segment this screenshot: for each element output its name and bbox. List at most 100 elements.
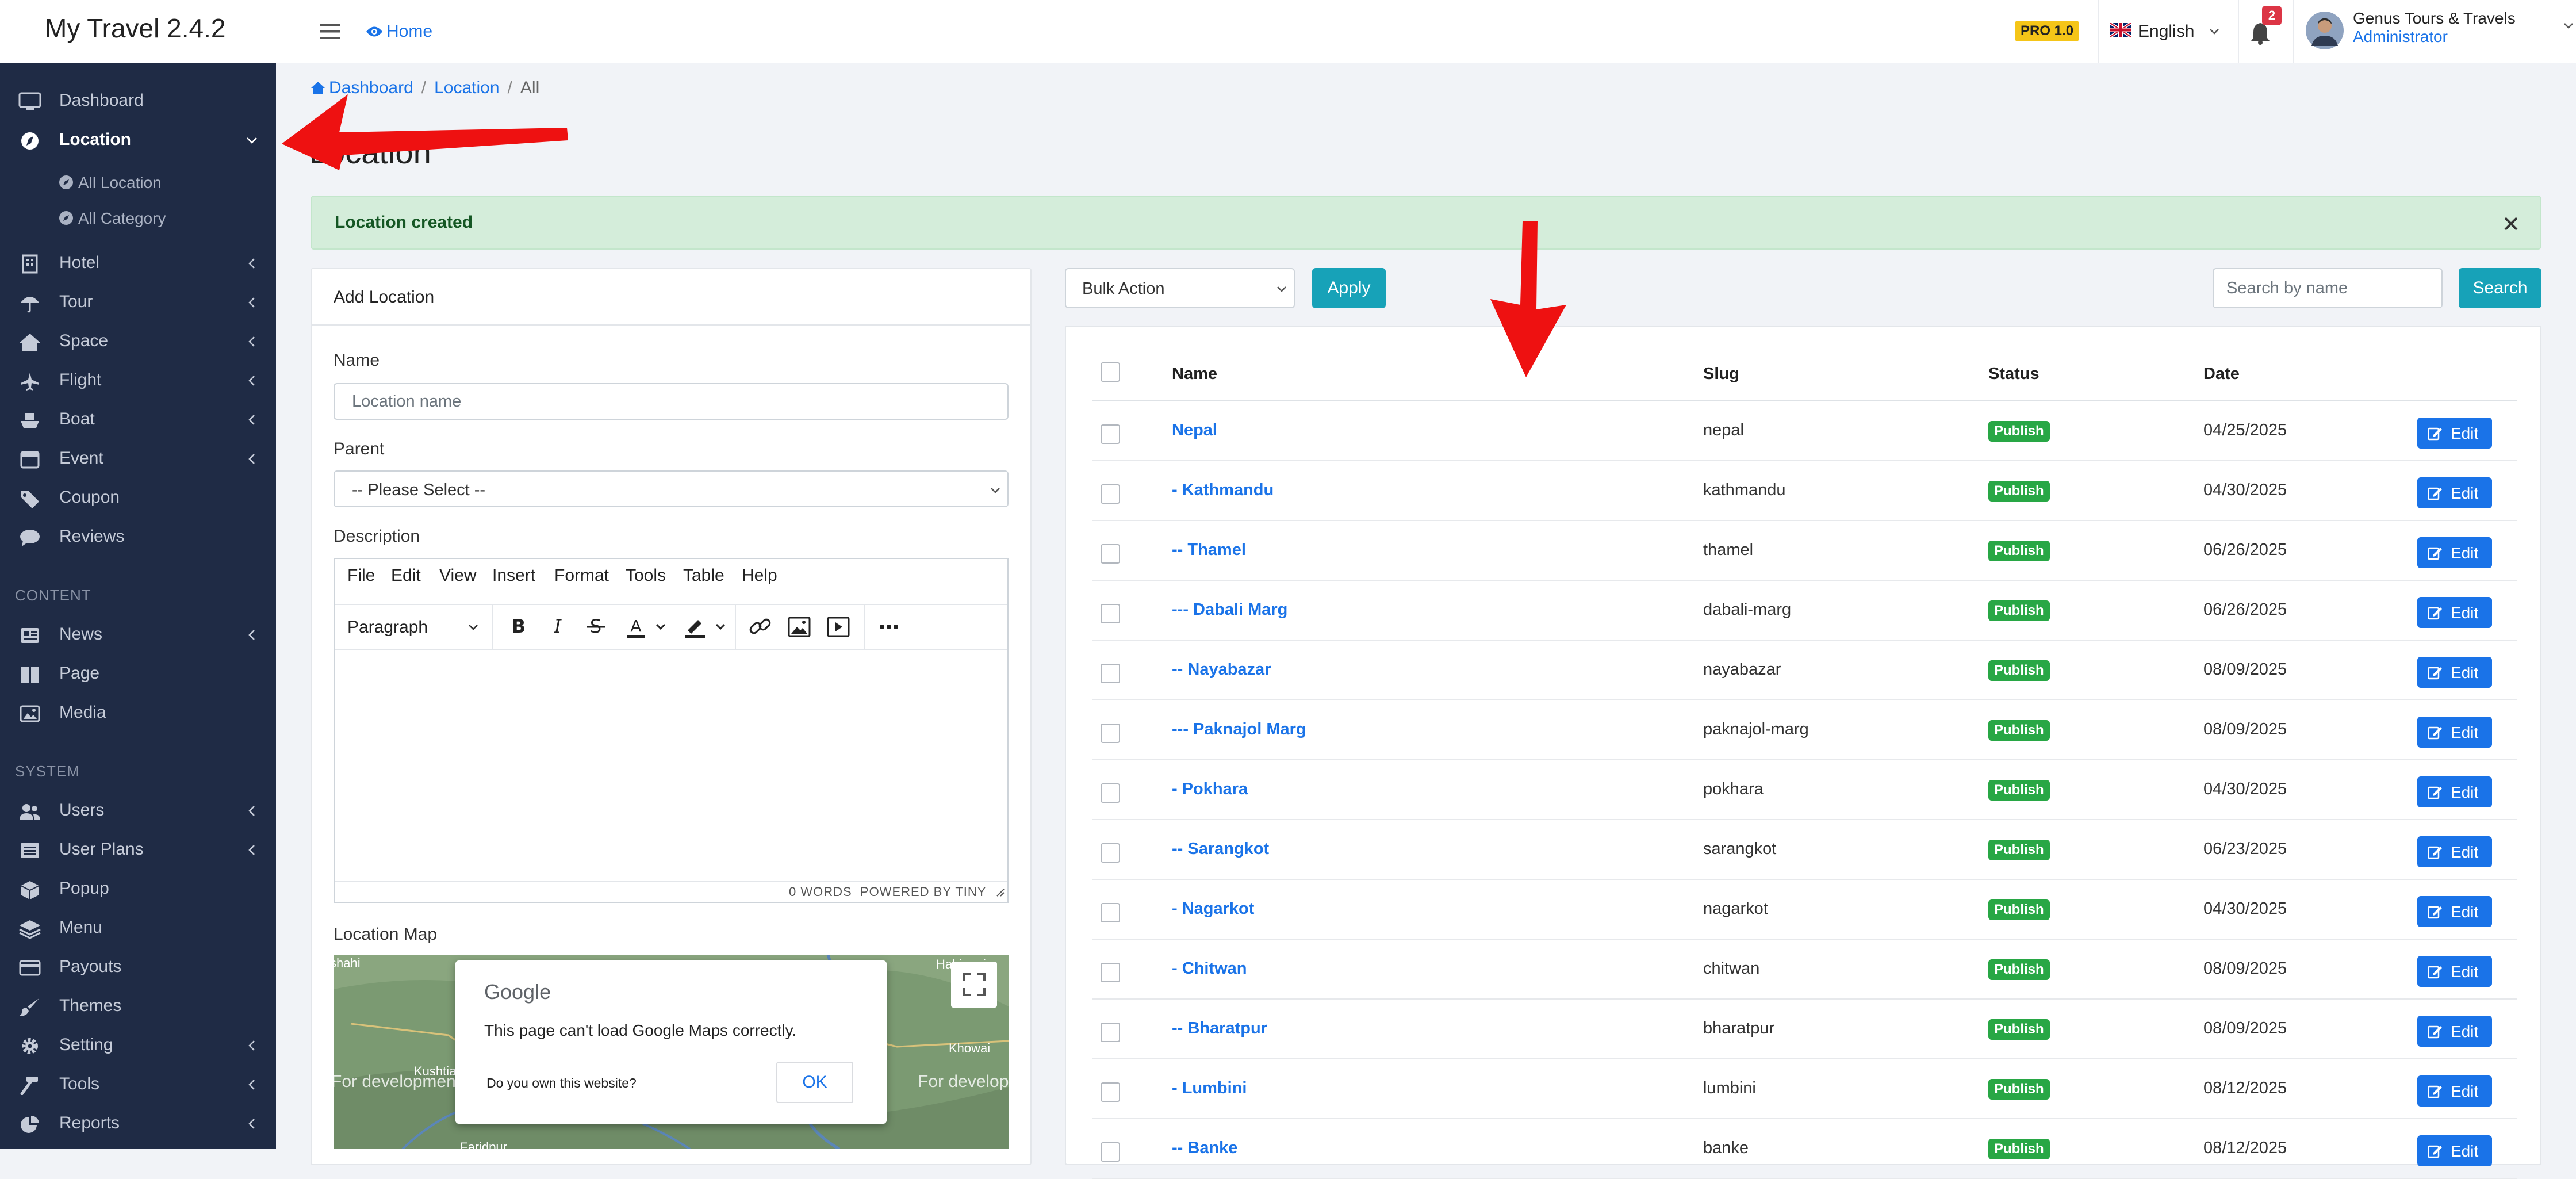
row-checkbox[interactable] xyxy=(1101,843,1120,863)
editor-menu-table[interactable]: Table xyxy=(683,566,724,585)
row-checkbox[interactable] xyxy=(1101,724,1120,743)
editor-menu-view[interactable]: View xyxy=(439,566,476,585)
editor-menu-insert[interactable]: Insert xyxy=(492,566,535,585)
row-checkbox[interactable] xyxy=(1101,903,1120,922)
strikethrough-icon[interactable]: S xyxy=(578,610,613,644)
sidebar-item-setting[interactable]: Setting xyxy=(0,1026,276,1065)
location-name-link[interactable]: -- Nayabazar xyxy=(1172,660,1271,679)
sidebar-item-payouts[interactable]: Payouts xyxy=(0,948,276,987)
sidebar-item-user-plans[interactable]: User Plans xyxy=(0,830,276,870)
italic-icon[interactable]: I xyxy=(540,610,575,644)
column-header-slug[interactable]: Slug xyxy=(1703,365,1739,384)
close-icon[interactable] xyxy=(2504,216,2518,231)
sidebar-item-hotel[interactable]: Hotel xyxy=(0,244,276,283)
sidebar-item-page[interactable]: Page xyxy=(0,654,276,694)
row-checkbox[interactable] xyxy=(1101,963,1120,982)
sidebar-item-dashboard[interactable]: Dashboard xyxy=(0,82,276,121)
sidebar-item-event[interactable]: Event xyxy=(0,439,276,479)
link-icon[interactable] xyxy=(743,610,777,644)
editor-content-area[interactable] xyxy=(335,650,1007,880)
row-checkbox[interactable] xyxy=(1101,484,1120,504)
more-options-icon[interactable] xyxy=(872,610,906,644)
app-title[interactable]: My Travel 2.4.2 xyxy=(45,13,225,44)
editor-menu-edit[interactable]: Edit xyxy=(391,566,421,585)
location-name-input[interactable] xyxy=(334,383,1009,420)
editor-menu-help[interactable]: Help xyxy=(742,566,777,585)
map-fullscreen-button[interactable] xyxy=(951,962,997,1008)
bold-icon[interactable]: B xyxy=(501,610,536,644)
parent-select[interactable]: -- Please Select -- xyxy=(334,470,1009,507)
location-name-link[interactable]: - Pokhara xyxy=(1172,780,1248,799)
block-format-select[interactable]: Paragraph xyxy=(342,612,491,643)
sidebar-item-location[interactable]: Location xyxy=(0,121,276,160)
notifications-button[interactable]: 2 xyxy=(2245,0,2291,63)
edit-button[interactable]: Edit xyxy=(2417,717,2492,748)
text-color-icon[interactable]: A xyxy=(615,610,673,644)
insert-media-icon[interactable] xyxy=(821,610,856,644)
maps-error-ok-button[interactable]: OK xyxy=(776,1062,853,1103)
user-menu[interactable]: Genus Tours & Travels Administrator xyxy=(2306,0,2576,63)
location-name-link[interactable]: -- Banke xyxy=(1172,1139,1237,1158)
edit-button[interactable]: Edit xyxy=(2417,1016,2492,1047)
sidebar-item-tour[interactable]: Tour xyxy=(0,283,276,322)
edit-button[interactable]: Edit xyxy=(2417,896,2492,927)
sidebar-item-users[interactable]: Users xyxy=(0,791,276,830)
sidebar-item-space[interactable]: Space xyxy=(0,322,276,361)
edit-button[interactable]: Edit xyxy=(2417,597,2492,628)
column-header-status[interactable]: Status xyxy=(1988,365,2040,384)
column-header-name[interactable]: Name xyxy=(1172,365,1217,384)
sidebar-item-reviews[interactable]: Reviews xyxy=(0,518,276,557)
location-name-link[interactable]: - Lumbini xyxy=(1172,1079,1247,1098)
sidebar-item-news[interactable]: News xyxy=(0,615,276,654)
location-name-link[interactable]: --- Paknajol Marg xyxy=(1172,720,1306,739)
location-name-link[interactable]: -- Thamel xyxy=(1172,541,1246,560)
highlight-color-icon[interactable] xyxy=(675,610,733,644)
edit-button[interactable]: Edit xyxy=(2417,537,2492,568)
sidebar-item-reports[interactable]: Reports xyxy=(0,1104,276,1143)
location-name-link[interactable]: - Kathmandu xyxy=(1172,481,1274,500)
location-name-link[interactable]: -- Sarangkot xyxy=(1172,840,1269,859)
edit-button[interactable]: Edit xyxy=(2417,1135,2492,1166)
sidebar-item-flight[interactable]: Flight xyxy=(0,361,276,400)
column-header-date[interactable]: Date xyxy=(2203,365,2240,384)
sidebar-item-boat[interactable]: Boat xyxy=(0,400,276,439)
edit-button[interactable]: Edit xyxy=(2417,1075,2492,1107)
edit-button[interactable]: Edit xyxy=(2417,418,2492,449)
location-name-link[interactable]: - Chitwan xyxy=(1172,959,1247,978)
row-checkbox[interactable] xyxy=(1101,424,1120,444)
edit-button[interactable]: Edit xyxy=(2417,477,2492,508)
sidebar-item-tools[interactable]: Tools xyxy=(0,1065,276,1104)
edit-button[interactable]: Edit xyxy=(2417,657,2492,688)
hamburger-menu-icon[interactable] xyxy=(320,23,340,40)
insert-image-icon[interactable] xyxy=(782,610,816,644)
location-name-link[interactable]: -- Bharatpur xyxy=(1172,1019,1267,1038)
row-checkbox[interactable] xyxy=(1101,783,1120,803)
bulk-action-select[interactable]: Bulk Action xyxy=(1065,268,1295,308)
sidebar-item-popup[interactable]: Popup xyxy=(0,870,276,909)
search-input[interactable] xyxy=(2213,268,2443,308)
editor-menu-file[interactable]: File xyxy=(347,566,375,585)
edit-button[interactable]: Edit xyxy=(2417,776,2492,807)
row-checkbox[interactable] xyxy=(1101,664,1120,683)
sidebar-item-coupon[interactable]: Coupon xyxy=(0,479,276,518)
sidebar-item-menu[interactable]: Menu xyxy=(0,909,276,948)
language-dropdown[interactable]: English xyxy=(2110,0,2225,63)
editor-menu-format[interactable]: Format xyxy=(554,566,609,585)
row-checkbox[interactable] xyxy=(1101,604,1120,623)
select-all-checkbox[interactable] xyxy=(1101,362,1120,382)
search-button[interactable]: Search xyxy=(2459,268,2542,308)
apply-button[interactable]: Apply xyxy=(1312,268,1386,308)
row-checkbox[interactable] xyxy=(1101,1023,1120,1042)
location-name-link[interactable]: --- Dabali Marg xyxy=(1172,600,1287,619)
location-name-link[interactable]: Nepal xyxy=(1172,421,1217,440)
sidebar-item-themes[interactable]: Themes xyxy=(0,987,276,1026)
sidebar-item-media[interactable]: Media xyxy=(0,694,276,733)
row-checkbox[interactable] xyxy=(1101,1082,1120,1102)
row-checkbox[interactable] xyxy=(1101,1142,1120,1162)
edit-button[interactable]: Edit xyxy=(2417,956,2492,987)
location-name-link[interactable]: - Nagarkot xyxy=(1172,899,1254,918)
resize-handle-icon[interactable] xyxy=(995,887,1005,897)
row-checkbox[interactable] xyxy=(1101,544,1120,564)
edit-button[interactable]: Edit xyxy=(2417,836,2492,867)
editor-menu-tools[interactable]: Tools xyxy=(626,566,666,585)
